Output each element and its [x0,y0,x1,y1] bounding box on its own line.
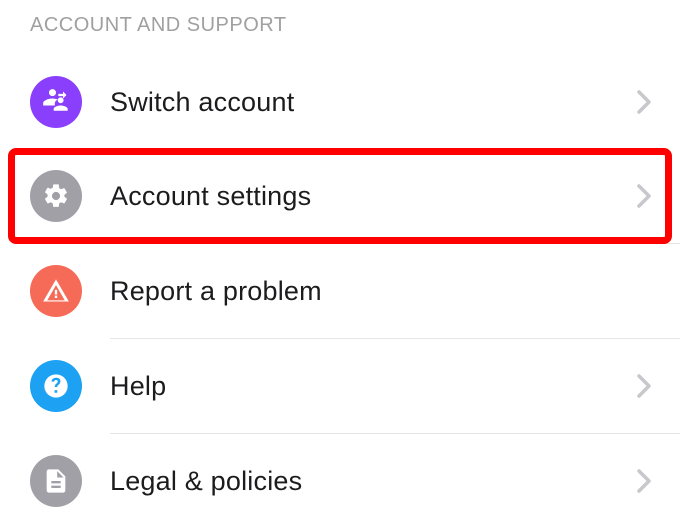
menu-label: Legal & policies [110,466,636,497]
menu-label: Help [110,371,636,402]
menu-label: Switch account [110,87,636,118]
gear-icon [30,170,82,222]
document-icon [30,455,82,507]
chevron-right-icon [636,183,652,209]
chevron-right-icon [636,89,652,115]
question-icon [30,360,82,412]
warning-icon [30,265,82,317]
menu-item-help[interactable]: Help [0,339,680,433]
menu-item-legal-policies[interactable]: Legal & policies [0,434,680,528]
menu-item-report-problem[interactable]: Report a problem [0,244,680,338]
menu-item-switch-account[interactable]: Switch account [0,55,680,149]
menu-label: Account settings [110,181,636,212]
menu-label: Report a problem [110,276,660,307]
switch-icon [30,76,82,128]
chevron-right-icon [636,468,652,494]
menu-item-account-settings[interactable]: Account settings [0,149,680,243]
chevron-right-icon [636,373,652,399]
menu-list: Switch account Account settings Report a… [0,55,680,528]
section-header: ACCOUNT AND SUPPORT [0,0,680,55]
